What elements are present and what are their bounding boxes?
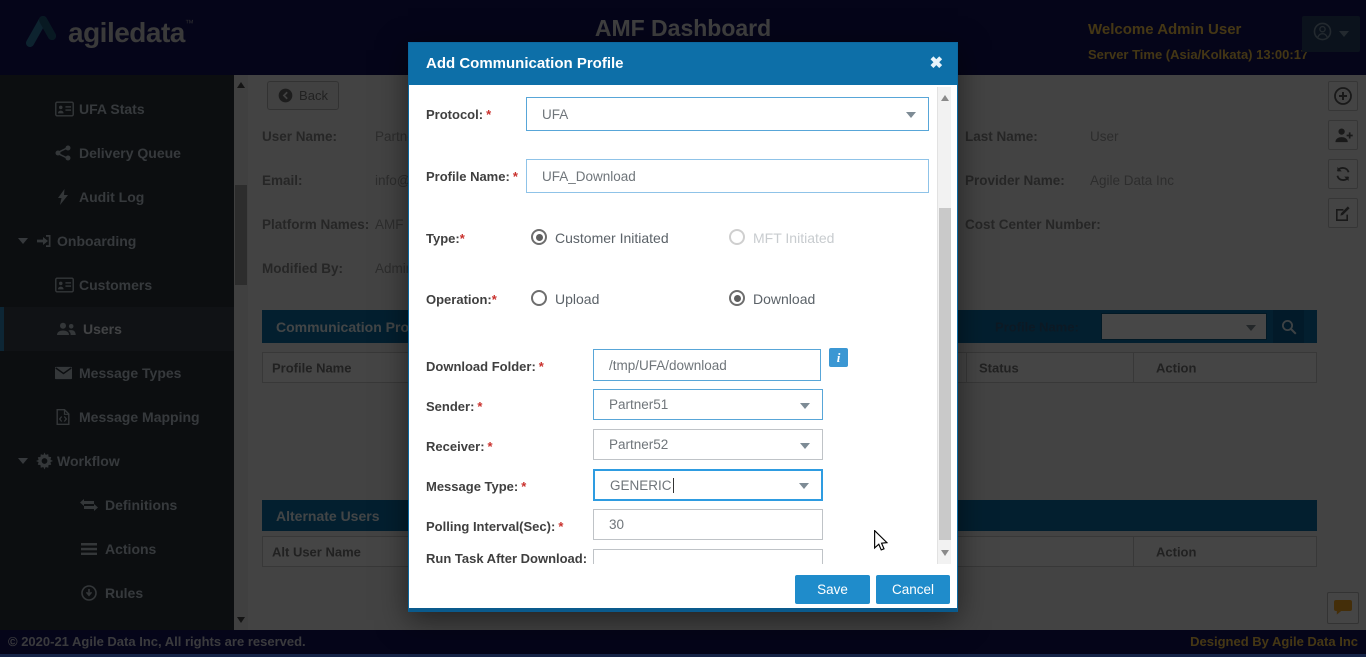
modal-title: Add Communication Profile xyxy=(426,55,624,72)
radio-label: MFT Initiated xyxy=(753,230,835,246)
radio-mft-initiated[interactable] xyxy=(729,229,745,245)
field-label: Polling Interval(Sec): * xyxy=(426,519,564,534)
field-label: Protocol: * xyxy=(426,107,492,122)
field-label: Profile Name: * xyxy=(426,169,518,184)
field-label: Receiver: * xyxy=(426,439,493,454)
caret-down-icon xyxy=(906,112,916,123)
message-type-select[interactable]: GENERIC xyxy=(593,469,823,501)
protocol-select[interactable]: UFA xyxy=(526,97,929,131)
download-folder-value: /tmp/UFA/download xyxy=(609,357,727,373)
field-label: Download Folder: * xyxy=(426,359,544,374)
field-label: Run Task After Download: xyxy=(426,551,588,564)
run-task-input[interactable] xyxy=(593,549,823,564)
radio-label: Customer Initiated xyxy=(555,230,669,246)
radio-upload[interactable] xyxy=(531,290,547,306)
text-cursor xyxy=(672,477,674,493)
profile-name-input[interactable]: UFA_Download xyxy=(526,159,929,193)
app-root: agiledata ™ AMF Dashboard Welcome Admin … xyxy=(0,0,1366,657)
polling-interval-input[interactable]: 30 xyxy=(593,509,823,540)
caret-down-icon xyxy=(799,483,809,494)
polling-interval-value: 30 xyxy=(609,517,625,532)
download-folder-input[interactable]: /tmp/UFA/download xyxy=(593,349,821,381)
field-label: Type:* xyxy=(426,231,465,246)
modal-scroll-area: Protocol: * UFA Profile Name: * UFA_Downlo… xyxy=(409,85,937,564)
radio-label: Upload xyxy=(555,291,600,307)
receiver-value: Partner52 xyxy=(609,437,669,452)
field-label: Message Type: * xyxy=(426,479,527,494)
protocol-value: UFA xyxy=(542,106,569,122)
sender-select[interactable]: Partner51 xyxy=(593,389,823,420)
close-icon[interactable]: ✖ xyxy=(930,53,943,73)
field-label: Operation:* xyxy=(426,292,497,307)
field-label: Sender: * xyxy=(426,399,483,414)
save-button[interactable]: Save xyxy=(795,575,870,604)
scroll-up-arrow-icon[interactable] xyxy=(938,89,952,103)
add-communication-profile-modal: Add Communication Profile ✖ Protocol: * U… xyxy=(408,42,958,612)
scroll-down-arrow-icon[interactable] xyxy=(938,548,952,562)
radio-download[interactable] xyxy=(729,290,745,306)
receiver-select[interactable]: Partner52 xyxy=(593,429,823,460)
mouse-cursor xyxy=(872,529,890,557)
modal-header: Add Communication Profile ✖ xyxy=(409,43,957,85)
caret-down-icon xyxy=(800,442,810,454)
message-type-value: GENERIC xyxy=(610,477,672,493)
cancel-button[interactable]: Cancel xyxy=(876,575,950,604)
profile-name-value: UFA_Download xyxy=(542,168,636,184)
sender-value: Partner51 xyxy=(609,397,669,412)
radio-customer-initiated[interactable] xyxy=(531,229,547,245)
scrollbar-thumb[interactable] xyxy=(939,208,951,540)
info-icon[interactable]: i xyxy=(829,348,848,367)
modal-scrollbar[interactable] xyxy=(937,87,951,564)
radio-label: Download xyxy=(753,291,816,307)
caret-down-icon xyxy=(800,402,810,414)
